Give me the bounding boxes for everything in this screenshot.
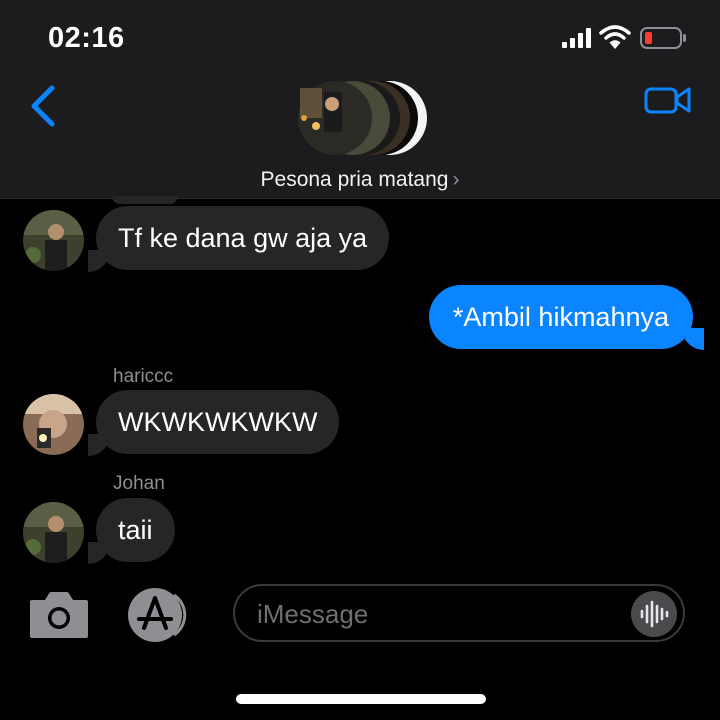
back-chevron-icon[interactable] [26, 84, 60, 128]
camera-icon[interactable] [28, 590, 90, 640]
message-bubble-incoming[interactable]: taii [96, 498, 175, 562]
video-camera-icon[interactable] [644, 84, 692, 116]
message-bubble-outgoing[interactable]: *Ambil hikmahnya [428, 285, 693, 349]
battery-icon [640, 27, 686, 49]
message-bubble-incoming[interactable]: WKWKWKWKW [96, 390, 340, 454]
input-placeholder: iMessage [257, 599, 369, 629]
johan-avatar [23, 210, 84, 271]
group-name-label: Pesona pria matang [260, 168, 449, 191]
group-avatar-stack[interactable] [290, 78, 430, 158]
message-bubble-incoming[interactable]: Tf ke dana gw aja ya [96, 206, 390, 270]
status-time: 02:16 [48, 22, 125, 54]
audio-waveform-icon[interactable] [631, 591, 677, 637]
sender-name: Johan [113, 473, 165, 494]
group-name[interactable]: Pesona pria matang › [0, 168, 720, 192]
hariccc-avatar [23, 394, 84, 455]
conversation-header: 02:16 Pesona pria matang › [0, 0, 720, 199]
previous-bubble-edge [112, 196, 178, 204]
sender-name: hariccc [113, 366, 174, 387]
cellular-signal-icon [562, 28, 591, 48]
app-store-icon[interactable] [124, 588, 196, 642]
message-input[interactable]: iMessage [233, 584, 685, 642]
home-indicator [236, 694, 486, 704]
wifi-icon [599, 25, 631, 49]
chevron-right-icon: › [452, 168, 460, 191]
johan-avatar [23, 502, 84, 563]
